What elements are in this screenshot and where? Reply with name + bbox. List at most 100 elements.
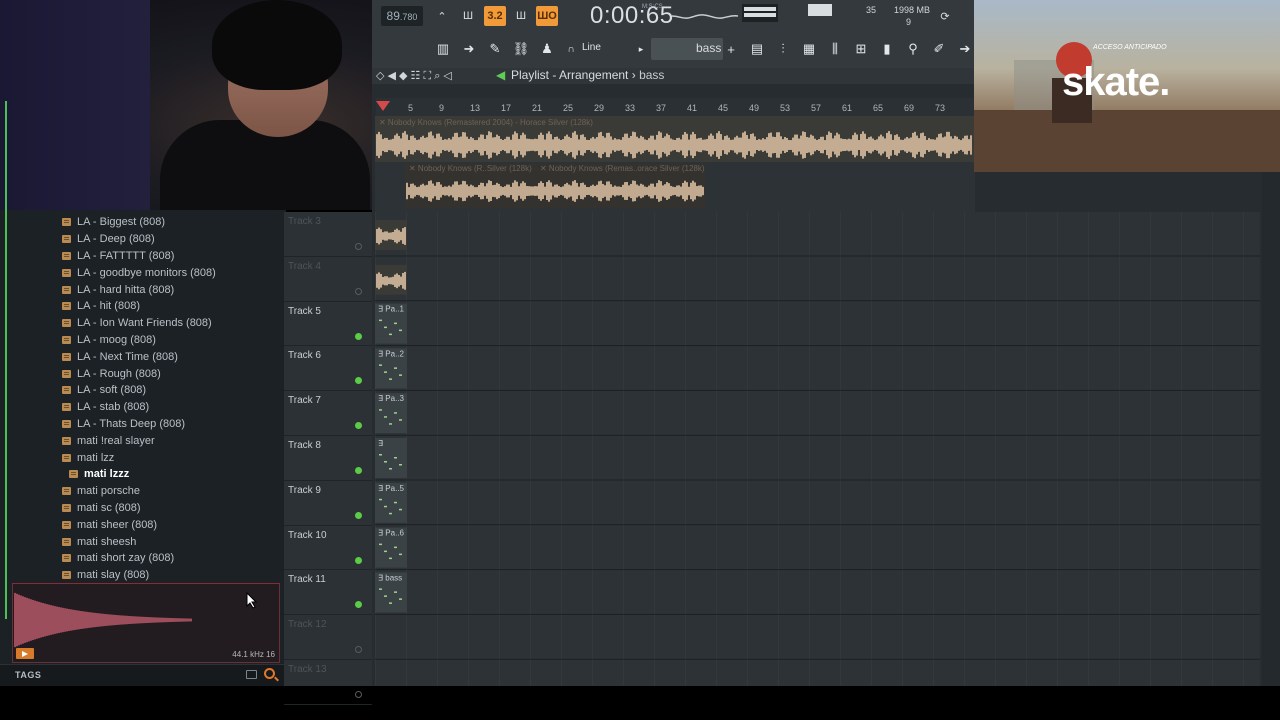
browser-item[interactable]: LA - FATTTTT (808) bbox=[0, 248, 286, 265]
folder-icon bbox=[69, 470, 78, 479]
pattern-note bbox=[399, 508, 402, 511]
track-mute-led[interactable] bbox=[355, 601, 362, 609]
folder-icon bbox=[62, 487, 71, 496]
track-header[interactable]: Track 9 bbox=[284, 481, 372, 526]
preview-play-button[interactable] bbox=[16, 648, 34, 659]
ruler-tick: 9 bbox=[439, 103, 445, 113]
game-logo: skate. bbox=[1062, 60, 1170, 104]
track-mute-led[interactable] bbox=[355, 422, 362, 430]
arrow-right-icon[interactable]: ➜ bbox=[460, 40, 478, 58]
tempo-value: 89 bbox=[386, 9, 400, 23]
oscilloscope bbox=[672, 14, 738, 19]
track-mute-led[interactable] bbox=[355, 646, 362, 654]
track-header[interactable]: Track 3 bbox=[284, 212, 372, 257]
project-icon[interactable]: ▮ bbox=[878, 40, 896, 58]
track-header[interactable]: Track 8 bbox=[284, 436, 372, 481]
piano-roll-icon[interactable]: ⫶ bbox=[774, 40, 792, 58]
browser-item-label: mati slay (808) bbox=[77, 569, 150, 582]
timeline-ruler[interactable]: 5 9 13 17 21 25 29 33 37 41 45 49 53 57 61 65 69 73 bbox=[376, 98, 974, 116]
playlist-pin-icon[interactable]: ◀ bbox=[496, 68, 505, 82]
playlist-tool-icons[interactable]: ◇ ◀ ◆ ☷ ⛶ ⌕ ◁ bbox=[376, 69, 452, 83]
browser-item[interactable]: LA - moog (808) bbox=[0, 332, 286, 349]
browser-item[interactable]: LA - hit (808) bbox=[0, 298, 286, 315]
play-arrow-icon[interactable]: ▸ bbox=[632, 40, 650, 58]
browser-item[interactable]: LA - stab (808) bbox=[0, 399, 286, 416]
song-mode-button[interactable]: ШО bbox=[536, 6, 558, 26]
pattern-note bbox=[379, 588, 382, 590]
browser-item[interactable]: LA - Deep (808) bbox=[0, 231, 286, 248]
folder-icon bbox=[62, 554, 71, 563]
browser-item[interactable]: LA - Next Time (808) bbox=[0, 348, 286, 365]
track-mute-led[interactable] bbox=[355, 691, 362, 698]
track-mute-led[interactable] bbox=[355, 332, 362, 340]
track-name: Track 3 bbox=[288, 216, 321, 227]
ruler-tick: 65 bbox=[873, 103, 884, 113]
link-icon[interactable]: ⛓ bbox=[512, 40, 530, 58]
browser-item[interactable]: LA - Ion Want Friends (808) bbox=[0, 315, 286, 332]
tools-icon[interactable]: ✐ bbox=[930, 40, 948, 58]
step-button[interactable]: 3.2 bbox=[484, 6, 506, 26]
browser-item[interactable]: mati slay (808) bbox=[0, 567, 286, 584]
browser-item[interactable]: mati porsche bbox=[0, 483, 286, 500]
browser-item-label: LA - Biggest (808) bbox=[77, 216, 166, 229]
track-mute-led[interactable] bbox=[355, 556, 362, 564]
refresh-icon[interactable]: ⟳ bbox=[934, 6, 956, 26]
tags-label[interactable]: TAGS bbox=[15, 670, 41, 680]
playhead[interactable] bbox=[5, 101, 7, 619]
browser-item[interactable]: mati sheesh bbox=[0, 533, 286, 550]
browser-item[interactable]: LA - goodbye monitors (808) bbox=[0, 264, 286, 281]
piano-icon[interactable]: ▥ bbox=[432, 40, 454, 58]
add-pattern-icon[interactable]: + bbox=[722, 40, 740, 58]
tempo-display[interactable]: 89.780 bbox=[381, 6, 423, 26]
mouse-cursor-icon bbox=[246, 592, 258, 609]
ruler-tick: 69 bbox=[904, 103, 915, 113]
metronome-icon[interactable]: ⌃ bbox=[431, 6, 453, 26]
folder-icon[interactable] bbox=[246, 670, 257, 679]
track-header[interactable]: Track 12 bbox=[284, 615, 372, 660]
track-name: Track 9 bbox=[288, 484, 321, 496]
channel-rack-icon[interactable]: ▦ bbox=[800, 40, 818, 58]
track-header[interactable]: Track 10 bbox=[284, 526, 372, 571]
track-mute-led[interactable] bbox=[355, 243, 362, 250]
track-mute-led[interactable] bbox=[355, 287, 362, 295]
pattern-mode-button[interactable]: Ш bbox=[510, 6, 532, 26]
browser-item[interactable]: mati lzzz bbox=[0, 466, 286, 483]
ruler-tick: 13 bbox=[470, 103, 481, 113]
browser-item[interactable]: mati !real slayer bbox=[0, 432, 286, 449]
browser-item[interactable]: LA - soft (808) bbox=[0, 382, 286, 399]
track-header[interactable]: Track 4 bbox=[284, 257, 372, 302]
browser-icon[interactable]: ⊞ bbox=[852, 40, 870, 58]
browser-item[interactable]: mati lzz bbox=[0, 449, 286, 466]
track-header[interactable]: Track 7 bbox=[284, 391, 372, 436]
browser-item[interactable]: mati sc (808) bbox=[0, 500, 286, 517]
track-header[interactable]: Track 6 bbox=[284, 346, 372, 392]
snap-selector[interactable]: Line bbox=[582, 42, 601, 53]
more-icon[interactable]: ➔ bbox=[956, 40, 974, 58]
stamp-icon[interactable]: ♟ bbox=[538, 40, 556, 58]
browser-item[interactable]: mati short zay (808) bbox=[0, 550, 286, 567]
browser-item[interactable]: LA - Thats Deep (808) bbox=[0, 416, 286, 433]
search-icon[interactable] bbox=[264, 668, 275, 679]
wait-input-button[interactable]: Ш bbox=[457, 6, 479, 26]
magnet-icon[interactable]: ∩ bbox=[562, 40, 580, 58]
browser-item-label: mati short zay (808) bbox=[77, 552, 175, 565]
brush-icon[interactable]: ✎ bbox=[486, 40, 504, 58]
sample-preview[interactable]: 44.1 kHz 16 bbox=[12, 583, 280, 663]
track-header[interactable]: Track 5 bbox=[284, 302, 372, 347]
pattern-clip-label: ∃ Pa..1 bbox=[378, 305, 405, 314]
track-mute-led[interactable] bbox=[355, 377, 362, 385]
plugin-icon[interactable]: ⚲ bbox=[904, 40, 922, 58]
browser-item[interactable]: LA - Biggest (808) bbox=[0, 214, 286, 231]
playlist-icon[interactable]: ▤ bbox=[748, 40, 766, 58]
track-header[interactable]: Track 13 bbox=[284, 660, 372, 705]
browser-item[interactable]: LA - Rough (808) bbox=[0, 365, 286, 382]
track-mute-led[interactable] bbox=[355, 511, 362, 519]
browser-item[interactable]: LA - hard hitta (808) bbox=[0, 281, 286, 298]
mixer-icon[interactable]: ⫼ bbox=[826, 40, 844, 58]
ruler-tick: 29 bbox=[594, 103, 605, 113]
vertical-scrollbar[interactable] bbox=[1262, 172, 1280, 686]
browser-item[interactable]: mati sheer (808) bbox=[0, 516, 286, 533]
track-mute-led[interactable] bbox=[355, 467, 362, 474]
track-header[interactable]: Track 11 bbox=[284, 570, 372, 616]
folder-icon bbox=[62, 335, 71, 344]
